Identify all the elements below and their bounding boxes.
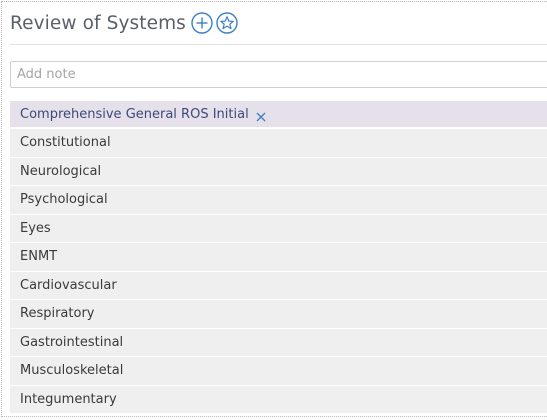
ros-item-enmt[interactable]: ENMT (10, 243, 547, 272)
ros-item-constitutional[interactable]: Constitutional (10, 129, 547, 158)
ros-item-musculoskeletal[interactable]: Musculoskeletal (10, 357, 547, 386)
ros-item-gastrointestinal[interactable]: Gastrointestinal (10, 328, 547, 357)
ros-template-label: Comprehensive General ROS Initial (20, 106, 249, 122)
ros-item-psychological[interactable]: Psychological (10, 186, 547, 215)
header-divider (10, 44, 547, 45)
ros-item-integumentary[interactable]: Integumentary (10, 385, 547, 414)
ros-list: Comprehensive General ROS Initial Consti… (10, 101, 547, 414)
ros-item-cardiovascular[interactable]: Cardiovascular (10, 271, 547, 300)
add-note-input[interactable] (10, 61, 547, 88)
ros-item-respiratory[interactable]: Respiratory (10, 300, 547, 329)
ros-item-neurological[interactable]: Neurological (10, 157, 547, 186)
page-title: Review of Systems (10, 12, 186, 34)
favorite-star-icon[interactable] (216, 12, 238, 34)
section-header: Review of Systems (10, 8, 238, 38)
ros-item-eyes[interactable]: Eyes (10, 214, 547, 243)
ros-template-row: Comprehensive General ROS Initial (10, 101, 547, 129)
add-icon[interactable] (191, 12, 213, 34)
close-icon[interactable] (255, 108, 267, 122)
